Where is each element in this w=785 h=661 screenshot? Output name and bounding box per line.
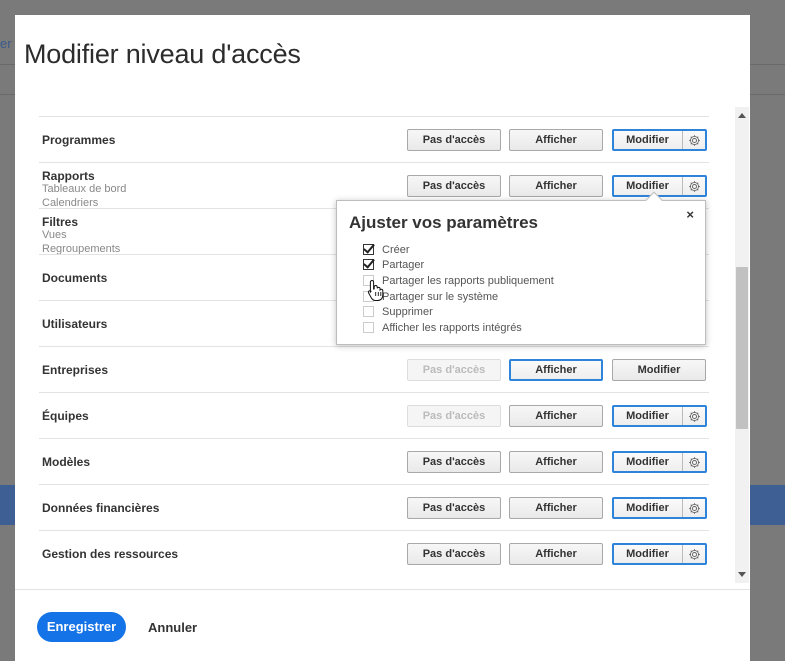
row-sublabel: Vues [42,229,67,241]
row-label: Utilisateurs [42,317,108,331]
row-label: Programmes [42,133,116,147]
option-label: Supprimer [382,306,433,318]
permission-row-gestion-ressources: Gestion des ressources Pas d'accès Affic… [39,530,709,576]
row-label: Rapports [42,169,95,183]
view-button[interactable]: Afficher [509,405,603,427]
gear-icon[interactable] [682,545,705,563]
edit-button[interactable]: Modifier [612,451,707,473]
scroll-up-arrow-icon[interactable] [738,113,746,118]
edit-button[interactable]: Modifier [612,359,706,381]
checkbox-unchecked[interactable] [363,322,374,333]
view-button[interactable]: Afficher [509,129,603,151]
permission-row-entreprises: Entreprises Pas d'accès Afficher Modifie… [39,346,709,392]
no-access-button[interactable]: Pas d'accès [407,175,501,197]
row-label: Documents [42,271,108,285]
dialog-footer: Enregistrer Annuler [15,589,750,661]
edit-button[interactable]: Modifier [612,543,707,565]
dialog-title: Modifier niveau d'accès [24,39,301,69]
row-label: Entreprises [42,363,109,377]
option-label: Partager [382,259,425,271]
permission-row-programmes: Programmes Pas d'accès Afficher Modifier [39,116,709,162]
edit-button-label: Modifier [626,456,669,468]
view-button[interactable]: Afficher [509,175,603,197]
option-label: Partager sur le système [382,291,499,303]
edit-button[interactable]: Modifier [612,175,707,197]
option-label: Partager les rapports publiquement [382,275,554,287]
view-button[interactable]: Afficher [509,497,603,519]
hand-pointer-icon [367,279,384,301]
scrollbar[interactable] [735,107,749,583]
edit-button-label: Modifier [626,502,669,514]
view-button[interactable]: Afficher [509,451,603,473]
gear-icon[interactable] [682,407,705,425]
background-link: er [0,36,12,51]
view-button[interactable]: Afficher [509,359,603,381]
option-label: Afficher les rapports intégrés [382,322,522,334]
checkbox-checked[interactable] [363,244,374,255]
row-label: Modèles [42,455,91,469]
permission-row-equipes: Équipes Pas d'accès Afficher Modifier [39,392,709,438]
no-access-button[interactable]: Pas d'accès [407,129,501,151]
scroll-down-arrow-icon[interactable] [738,572,746,577]
permission-row-donnees-financieres: Données financières Pas d'accès Afficher… [39,484,709,530]
row-label: Filtres [42,215,79,229]
checkbox-checked[interactable] [363,259,374,270]
row-label: Équipes [42,409,89,423]
checkbox-unchecked[interactable] [363,306,374,317]
row-label: Données financières [42,501,160,515]
no-access-button[interactable]: Pas d'accès [407,543,501,565]
save-button[interactable]: Enregistrer [37,612,126,642]
option-label: Créer [382,244,410,256]
edit-button-label: Modifier [626,134,669,146]
settings-popover: Ajuster vos paramètres × Créer Partager … [336,191,706,345]
row-sublabel: Tableaux de bord [42,183,127,195]
gear-icon[interactable] [682,499,705,517]
scrollbar-thumb[interactable] [736,267,748,429]
gear-icon[interactable] [682,453,705,471]
no-access-button[interactable]: Pas d'accès [407,497,501,519]
popover-title: Ajuster vos paramètres [349,213,538,232]
gear-icon[interactable] [682,177,705,195]
cancel-button[interactable]: Annuler [148,620,197,635]
edit-button-label: Modifier [626,548,669,560]
edit-button-label: Modifier [626,180,669,192]
edit-button[interactable]: Modifier [612,405,707,427]
gear-icon[interactable] [682,131,705,149]
no-access-button: Pas d'accès [407,405,501,427]
no-access-button: Pas d'accès [407,359,501,381]
close-icon[interactable]: × [686,207,694,222]
no-access-button[interactable]: Pas d'accès [407,451,501,473]
view-button[interactable]: Afficher [509,543,603,565]
permission-row-modeles: Modèles Pas d'accès Afficher Modifier [39,438,709,484]
row-label: Gestion des ressources [42,547,179,561]
edit-button-label: Modifier [626,410,669,422]
edit-button[interactable]: Modifier [612,129,707,151]
edit-button[interactable]: Modifier [612,497,707,519]
